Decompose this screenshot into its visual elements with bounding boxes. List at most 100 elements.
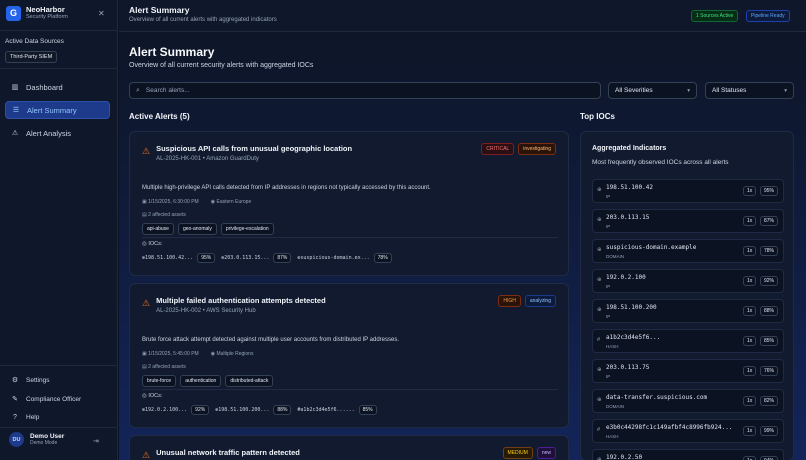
affected-assets-text: 2 affected assets xyxy=(148,212,186,218)
logout-icon[interactable]: ⇥ xyxy=(93,437,99,445)
alert-location: ◉ Eastern Europe xyxy=(211,199,252,205)
alert-card[interactable]: ⚠ Multiple failed authentication attempt… xyxy=(129,283,569,428)
page-subtitle: Overview of all current security alerts … xyxy=(129,62,314,69)
ioc-confidence: 82% xyxy=(760,396,779,406)
ioc-confidence: 99% xyxy=(760,426,779,436)
sidebar-divider xyxy=(0,427,118,428)
wrench-icon: ✎ xyxy=(12,396,18,403)
alert-tag[interactable]: brute-force xyxy=(142,375,177,387)
alert-card[interactable]: ⚠ Suspicious API calls from unusual geog… xyxy=(129,131,569,276)
ioc-chip[interactable]: ⊕ suspicious-domain.ex... 78% xyxy=(297,253,392,263)
divider xyxy=(142,237,558,238)
status-badge: new xyxy=(536,447,556,459)
alert-time: ▣ 1/15/2025, 5:45:00 PM xyxy=(142,351,199,357)
ioc-list-item[interactable]: # e3b0c44298fc1c149afbf4c8996fb924... HASH… xyxy=(592,419,784,443)
warning-triangle-icon: ⚠ xyxy=(142,450,151,460)
ioc-chip[interactable]: ⊕ 203.0.113.15... 87% xyxy=(221,253,292,263)
top-bar: Alert Summary Overview of all current al… xyxy=(119,0,806,32)
alert-tag[interactable]: privilege-escalation xyxy=(220,223,274,235)
panel-title: Aggregated Indicators xyxy=(592,145,667,152)
status-filter-select[interactable]: All Statuses ▾ xyxy=(705,82,794,99)
ioc-type: DOMAIN xyxy=(606,254,624,259)
ioc-list-item[interactable]: ⊕ 198.51.100.42 IP 1x 95% xyxy=(592,179,784,203)
ioc-confidence: 78% xyxy=(760,246,779,256)
user-name: Demo User xyxy=(30,433,65,440)
ioc-list-item[interactable]: # a1b2c3d4e5f6... HASH 1x 85% xyxy=(592,329,784,353)
ioc-value: suspicious-domain.example xyxy=(606,244,697,251)
nav-dashboard[interactable]: ▥ Dashboard xyxy=(5,78,110,96)
ioc-confidence: 92% xyxy=(191,405,210,415)
ioc-value: 198.51.100.200 xyxy=(606,304,657,311)
warning-triangle-icon: ⚠ xyxy=(142,298,151,308)
ioc-list-item[interactable]: ⊕ 203.0.113.15 IP 1x 87% xyxy=(592,209,784,233)
help-link[interactable]: ? Help xyxy=(5,410,39,424)
search-input[interactable] xyxy=(145,87,576,94)
affected-assets-text: 2 affected assets xyxy=(148,364,186,370)
page-title: Alert Summary xyxy=(129,45,215,59)
nav-alert-analysis[interactable]: ⚠ Alert Analysis xyxy=(5,124,110,142)
severity-filter-select[interactable]: All Severities ▾ xyxy=(608,82,697,99)
user-profile[interactable]: DU Demo User Demo Mode xyxy=(9,432,64,447)
help-label: Help xyxy=(26,413,40,421)
severity-badge: HIGH xyxy=(498,295,521,307)
iocs-label-text: IOCs: xyxy=(148,393,163,399)
nav-label: Alert Summary xyxy=(27,105,77,115)
gear-icon: ⚙ xyxy=(11,377,19,384)
alert-tag[interactable]: authentication xyxy=(180,375,222,387)
hash-icon: # xyxy=(597,427,601,433)
iocs-label: ◎ IOCs: xyxy=(142,393,162,399)
avatar: DU xyxy=(9,432,24,447)
ioc-type: IP xyxy=(606,194,611,199)
ioc-list-item[interactable]: ⊕ 192.0.2.100 IP 1x 92% xyxy=(592,269,784,293)
alert-location-text: Multiple Regions xyxy=(216,351,254,357)
ioc-chip[interactable]: ⊕ 192.0.2.100... 92% xyxy=(142,405,210,415)
main-content: Alert Summary Overview of all current al… xyxy=(119,0,806,460)
sidebar-divider xyxy=(0,68,118,69)
status-filter-value: All Statuses xyxy=(712,87,747,94)
ioc-chip[interactable]: ⊕ 198.51.100.42... 95% xyxy=(142,253,216,263)
settings-link[interactable]: ⚙ Settings xyxy=(5,373,50,387)
topbar-subtitle: Overview of all current alerts with aggr… xyxy=(129,17,277,23)
globe-icon: ⊕ xyxy=(597,217,602,223)
ioc-list-item[interactable]: ⊕ 203.0.113.75 IP 1x 76% xyxy=(592,359,784,383)
hash-icon: # xyxy=(597,337,601,343)
ioc-list-item[interactable]: ⊕ data-transfer.suspicious.com DOMAIN 1x 82% xyxy=(592,389,784,413)
ioc-chip[interactable]: # a1b2c3d4e5f6...... 85% xyxy=(297,405,377,415)
ioc-list-item[interactable]: ⊕ suspicious-domain.example DOMAIN 1x 78% xyxy=(592,239,784,263)
ioc-chip[interactable]: ⊕ 198.51.100.200... 88% xyxy=(215,405,292,415)
ioc-value: e3b0c44298fc1c149afbf4c8996fb924... xyxy=(606,424,731,431)
severity-badge: MEDIUM xyxy=(502,447,533,459)
sidebar: G NeoHarbor Security Platform ✕ Active D… xyxy=(0,0,118,460)
alert-tag[interactable]: api-abuse xyxy=(142,223,174,235)
ioc-count: 1x xyxy=(743,216,757,226)
ioc-value: a1b2c3d4e5f6... xyxy=(606,334,661,341)
ioc-confidence: 88% xyxy=(273,405,292,415)
search-box[interactable]: ⌕ xyxy=(129,82,601,99)
alert-tag[interactable]: distributed-attack xyxy=(225,375,274,387)
alert-tag[interactable]: geo-anomaly xyxy=(177,223,217,235)
ioc-confidence: 92% xyxy=(760,276,779,286)
close-sidebar-icon[interactable]: ✕ xyxy=(98,9,105,18)
ioc-confidence: 88% xyxy=(760,306,779,316)
severity-badge: CRITICAL xyxy=(481,143,515,155)
data-sources-title: Active Data Sources xyxy=(5,38,64,45)
chevron-down-icon: ▾ xyxy=(784,87,787,94)
ioc-list-item[interactable]: ⊕192.0.2.50IP1x94% xyxy=(592,449,784,460)
warning-triangle-icon: ⚠ xyxy=(142,146,151,156)
alert-location-text: Eastern Europe xyxy=(216,199,252,205)
search-icon: ⌕ xyxy=(136,86,140,94)
pipeline-status-badge: Pipeline Ready xyxy=(746,10,790,22)
ioc-list-item[interactable]: ⊕ 198.51.100.200 IP 1x 88% xyxy=(592,299,784,323)
nav-label: Alert Analysis xyxy=(26,128,72,138)
affected-assets: ▤ 2 affected assets xyxy=(142,212,186,218)
compliance-officer-link[interactable]: ✎ Compliance Officer xyxy=(5,392,81,406)
ioc-value: 198.51.100.42 xyxy=(606,184,653,191)
bar-chart-icon: ▥ xyxy=(11,84,19,91)
sidebar-divider xyxy=(0,30,118,31)
alert-card[interactable]: ⚠ Unusual network traffic pattern detect… xyxy=(129,435,569,460)
data-source-badge[interactable]: Third-Party SIEM xyxy=(5,51,58,63)
app-subtitle: Security Platform xyxy=(26,14,68,20)
nav-alert-summary[interactable]: ☰ Alert Summary xyxy=(5,101,110,119)
ioc-type: HASH xyxy=(606,344,619,349)
sidebar-divider xyxy=(0,365,118,366)
